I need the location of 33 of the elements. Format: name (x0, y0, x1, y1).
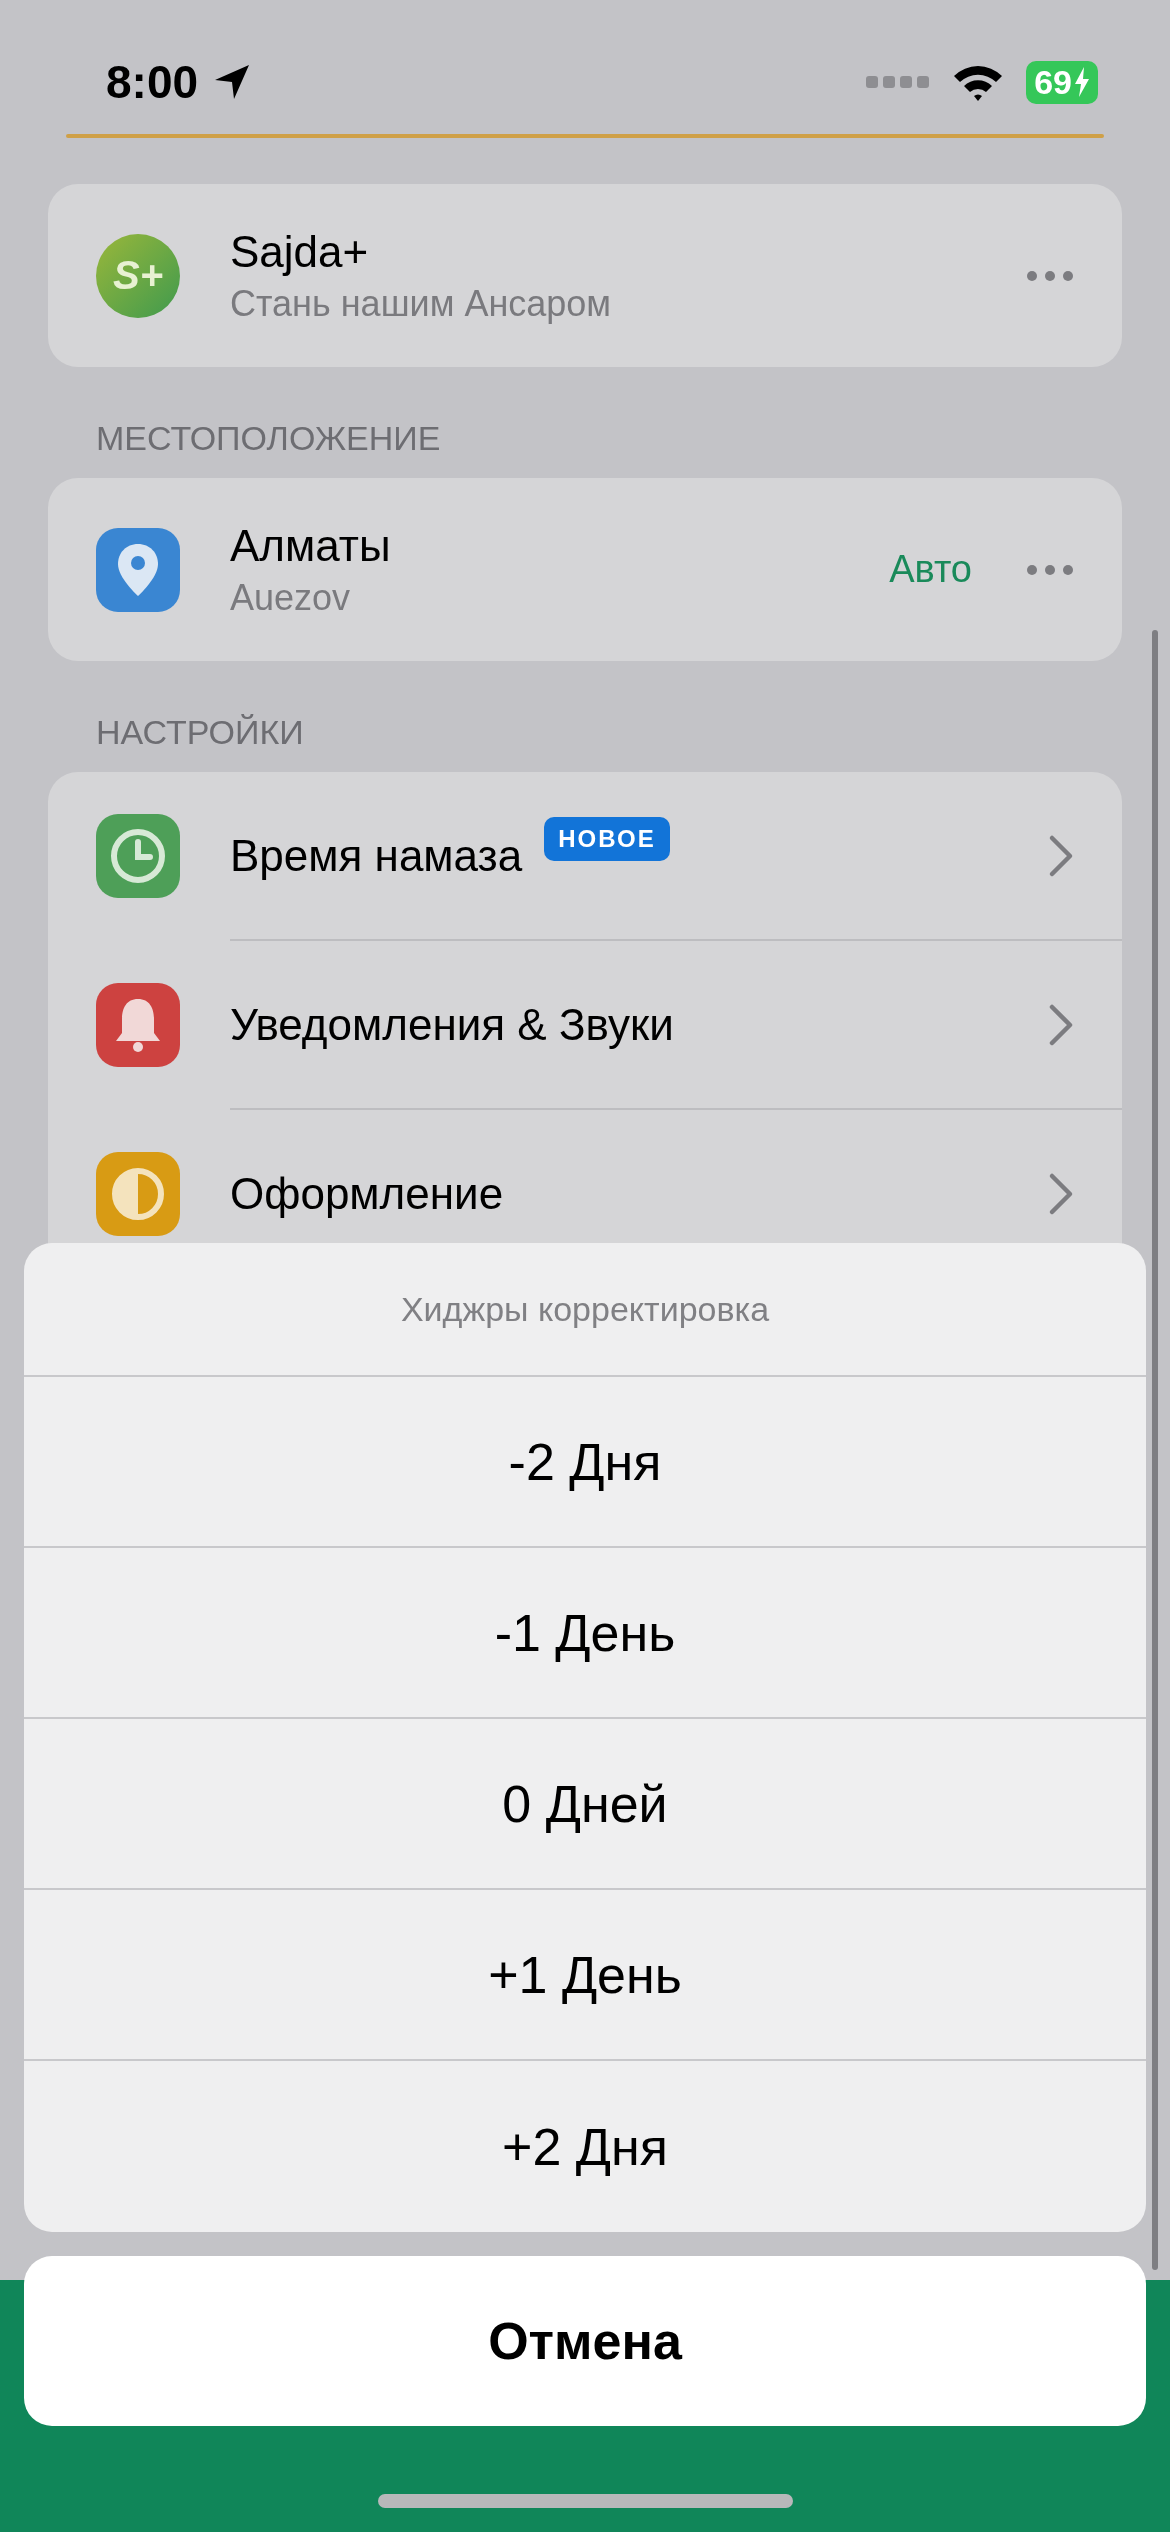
district-name: Auezov (230, 576, 352, 619)
more-icon[interactable] (1026, 563, 1074, 576)
chevron-icon (1048, 1002, 1074, 1047)
location-card[interactable]: Алматы Auezov Авто (48, 478, 1122, 661)
sheet-option[interactable]: +1 День (24, 1890, 1146, 2061)
sheet-title: Хиджры корректировка (24, 1243, 1146, 1377)
status-time: 8:00 (106, 55, 199, 109)
clock-icon (96, 813, 180, 898)
sheet-option[interactable]: 0 Дней (24, 1719, 1146, 1890)
more-icon[interactable] (1026, 269, 1074, 282)
location-pin-icon (96, 527, 180, 612)
setting-title[interactable]: Время намаза (230, 830, 523, 881)
app-logo: S+ (96, 233, 180, 318)
setting-title[interactable]: Уведомления & Звуки (230, 999, 674, 1050)
section-header: НАСТРОЙКИ (95, 712, 305, 753)
bell-icon (96, 982, 180, 1067)
promo-subtitle: Стань нашим Ансаром (230, 282, 613, 325)
promo-title: Sajda+ (230, 226, 370, 277)
chevron-icon (1048, 1171, 1074, 1216)
contrast-icon (96, 1151, 180, 1236)
battery-indicator: 69 (1026, 60, 1098, 104)
chevron-icon (1048, 833, 1074, 878)
sheet-option[interactable]: +2 Дня (24, 2061, 1146, 2232)
sheet-option[interactable]: -2 Дня (24, 1377, 1146, 1548)
location-mode: Авто (889, 548, 972, 591)
sheet-option[interactable]: -1 День (24, 1548, 1146, 1719)
section-header: МЕСТОПОЛОЖЕНИЕ (95, 418, 442, 459)
new-badge: НОВОЕ (544, 816, 670, 861)
promo-card[interactable]: S+ Sajda+ Стань нашим Ансаром (48, 184, 1122, 367)
cancel-button[interactable]: Отмена (24, 2256, 1146, 2426)
setting-title[interactable]: Оформление (230, 1168, 504, 1219)
city-name: Алматы (230, 520, 392, 571)
signal-icon (866, 75, 931, 89)
